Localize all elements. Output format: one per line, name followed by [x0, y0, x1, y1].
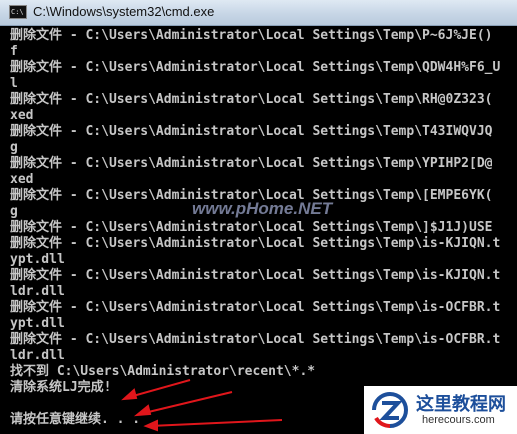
console-line: 删除文件 - C:\Users\Administrator\Local Sett…	[10, 220, 493, 235]
console-output[interactable]: 删除文件 - C:\Users\Administrator\Local Sett…	[0, 26, 517, 434]
console-line: 删除文件 - C:\Users\Administrator\Local Sett…	[10, 28, 493, 43]
console-line: l	[10, 76, 18, 91]
console-line: ldr.dll	[10, 348, 65, 363]
console-line: xed	[10, 108, 34, 123]
cmd-app-icon[interactable]: C:\	[9, 5, 27, 19]
watermark: www.pHome.NET	[192, 199, 333, 218]
console-line: ypt.dll	[10, 252, 65, 267]
logo-url: herecours.com	[422, 414, 495, 426]
console-line: 删除文件 - C:\Users\Administrator\Local Sett…	[10, 268, 501, 283]
console-line: 删除文件 - C:\Users\Administrator\Local Sett…	[10, 124, 493, 139]
console-line: 删除文件 - C:\Users\Administrator\Local Sett…	[10, 300, 501, 315]
console-line: xed	[10, 172, 34, 187]
console-line: f	[10, 44, 18, 59]
title-bar: C:\ C:\Windows\system32\cmd.exe	[0, 0, 517, 26]
logo-title: 这里教程网	[416, 394, 506, 414]
logo-icon	[372, 392, 408, 429]
console-line: 请按任意键继续. . .	[10, 412, 141, 427]
console-line: 删除文件 - C:\Users\Administrator\Local Sett…	[10, 60, 501, 75]
console-line: 删除文件 - C:\Users\Administrator\Local Sett…	[10, 92, 493, 107]
console-line: 删除文件 - C:\Users\Administrator\Local Sett…	[10, 156, 493, 171]
console-line: 清除系统LJ完成!	[10, 380, 112, 395]
console-line: g	[10, 204, 18, 219]
console-line: 删除文件 - C:\Users\Administrator\Local Sett…	[10, 332, 501, 347]
console-line: ldr.dll	[10, 284, 65, 299]
console-line: ypt.dll	[10, 316, 65, 331]
site-logo: 这里教程网 herecours.com	[364, 386, 517, 434]
console-line: 删除文件 - C:\Users\Administrator\Local Sett…	[10, 236, 501, 251]
console-line: g	[10, 140, 18, 155]
window-title: C:\Windows\system32\cmd.exe	[33, 4, 215, 19]
console-line: 找不到 C:\Users\Administrator\recent\*.*	[10, 364, 316, 379]
